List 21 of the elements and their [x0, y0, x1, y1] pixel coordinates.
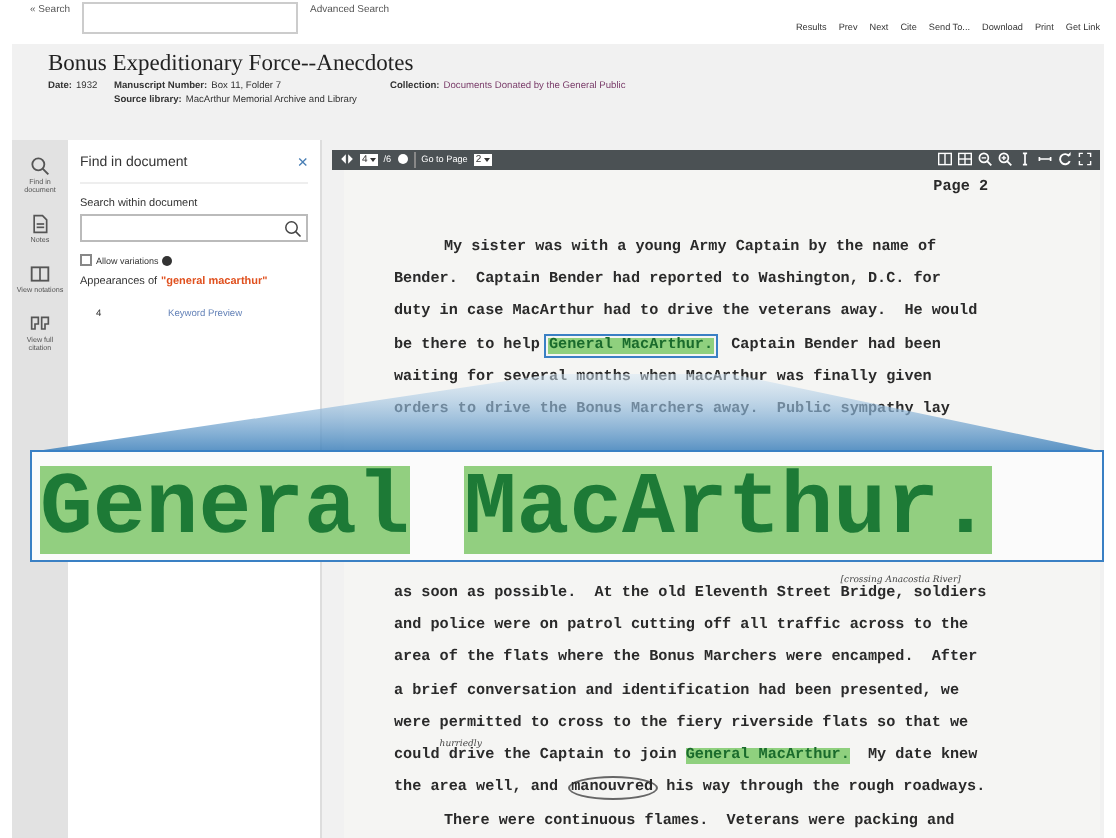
checkbox[interactable] [80, 254, 92, 266]
fit-height-icon[interactable] [1018, 152, 1032, 167]
search-field[interactable] [82, 2, 299, 34]
zoom-in-icon[interactable] [998, 152, 1012, 167]
search-icon[interactable] [30, 156, 50, 176]
fit-width-icon[interactable] [1038, 152, 1052, 167]
document-title: Bonus Expeditionary Force--Anecdotes [48, 52, 416, 76]
magnified-keyword: General [40, 466, 410, 554]
magnified-keyword: MacArthur. [463, 466, 992, 554]
book-icon[interactable] [30, 264, 50, 284]
rotate-icon[interactable] [1058, 152, 1072, 167]
grid-icon[interactable] [958, 152, 972, 167]
close-button[interactable]: × [297, 156, 308, 170]
document-icon[interactable] [30, 214, 50, 234]
two-page-icon[interactable] [938, 152, 952, 167]
quote-icon[interactable] [30, 314, 50, 334]
page-arrows-icon[interactable] [340, 152, 354, 167]
search-field[interactable] [80, 214, 308, 242]
fullscreen-icon[interactable] [1078, 152, 1092, 167]
search-icon[interactable] [284, 219, 302, 237]
zoom-out-icon[interactable] [978, 152, 992, 167]
